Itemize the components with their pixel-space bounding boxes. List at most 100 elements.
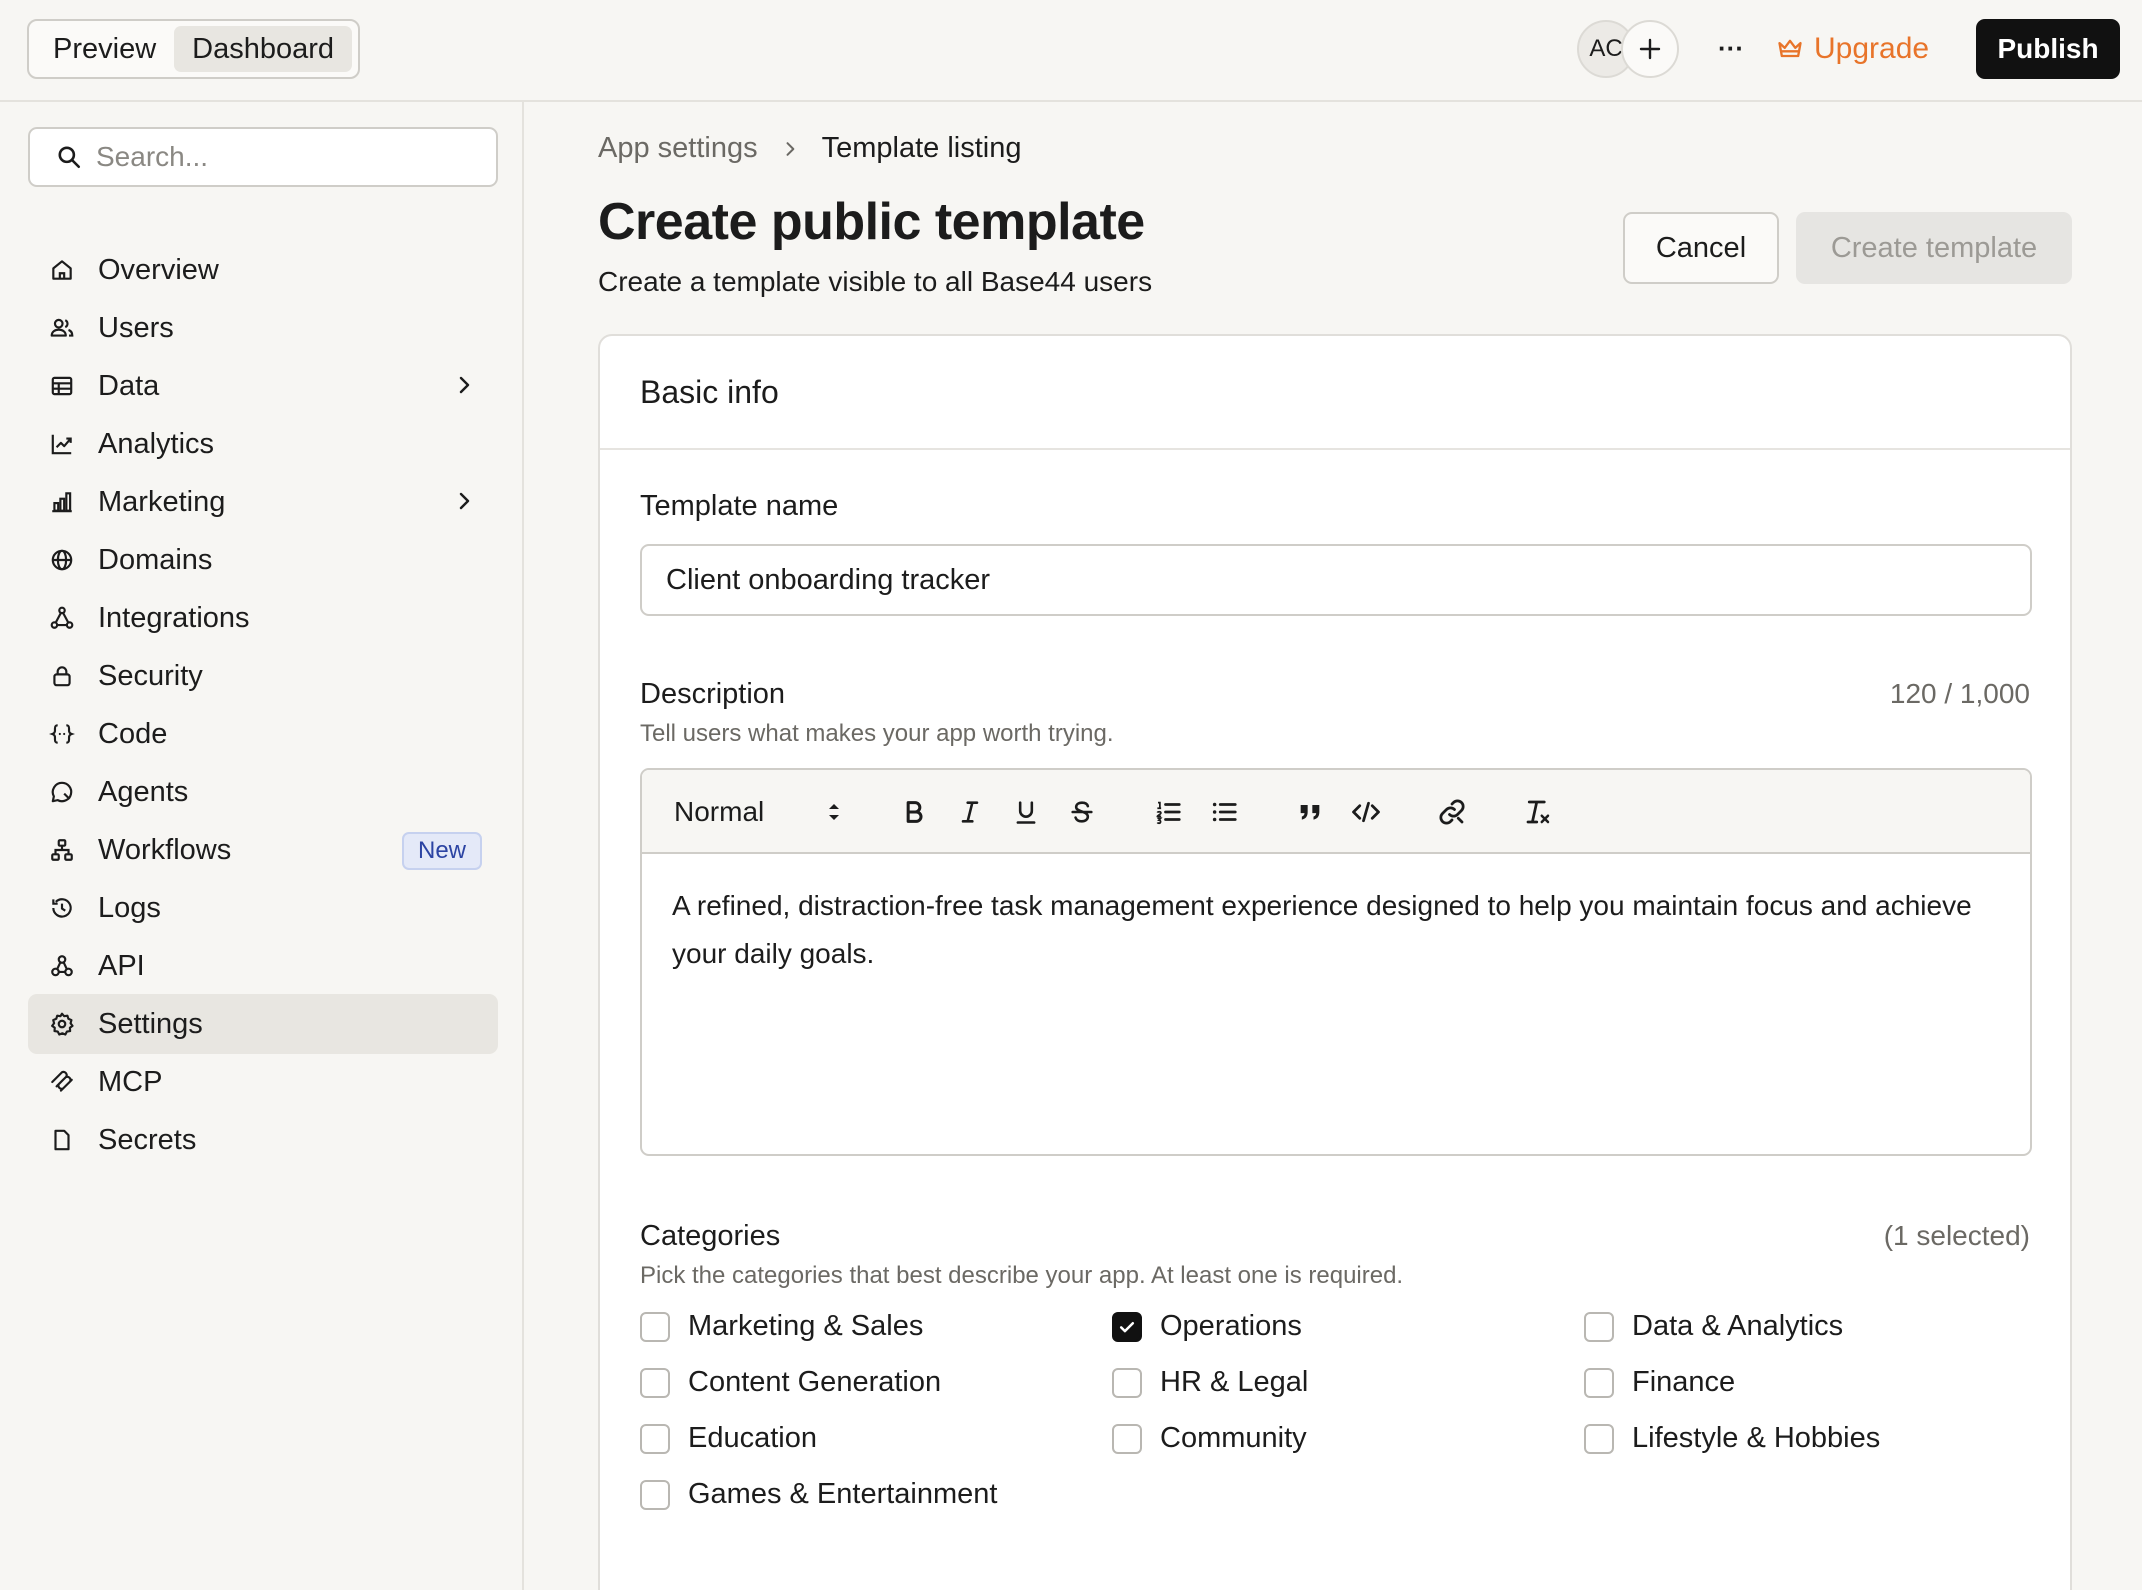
checkbox[interactable] xyxy=(1112,1423,1142,1454)
more-options-button[interactable]: ··· xyxy=(1710,22,1752,74)
new-badge: New xyxy=(401,832,482,870)
home-icon xyxy=(48,256,76,284)
mode-toggle: Preview Dashboard xyxy=(27,19,360,79)
sidebar-item-api[interactable]: API xyxy=(28,936,498,996)
description-text[interactable]: A refined, distraction-free task managem… xyxy=(642,854,2030,1006)
checkbox[interactable] xyxy=(640,1423,670,1454)
link-icon xyxy=(1439,799,1465,825)
api-icon xyxy=(48,952,76,980)
plus-icon xyxy=(1639,38,1661,60)
sidebar-item-workflows[interactable]: Workflows New xyxy=(28,820,498,880)
category-content-generation[interactable]: Content Generation xyxy=(640,1366,941,1399)
ordered-list-button[interactable] xyxy=(1148,792,1188,832)
underline-button[interactable] xyxy=(1006,792,1046,832)
sidebar-item-users[interactable]: Users xyxy=(28,298,498,358)
cancel-button[interactable]: Cancel xyxy=(1623,212,1779,284)
checkbox[interactable] xyxy=(640,1479,670,1510)
category-operations[interactable]: Operations xyxy=(1112,1310,1302,1343)
breadcrumb: App settings Template listing xyxy=(598,132,1021,165)
bullet-list-icon xyxy=(1212,802,1237,822)
sidebar-item-label: Marketing xyxy=(98,485,226,518)
bullet-list-button[interactable] xyxy=(1204,792,1244,832)
bold-button[interactable] xyxy=(894,792,934,832)
clear-format-button[interactable] xyxy=(1518,792,1558,832)
sidebar-item-label: Integrations xyxy=(98,601,250,634)
underline-icon xyxy=(1016,801,1036,824)
checkbox[interactable] xyxy=(1584,1311,1614,1342)
search-input[interactable] xyxy=(96,141,476,173)
more-icon: ··· xyxy=(1718,32,1744,63)
top-bar: Preview Dashboard AC ··· Upgrade Publish xyxy=(0,0,2142,102)
sidebar-item-label: Secrets xyxy=(98,1123,197,1156)
publish-button[interactable]: Publish xyxy=(1976,19,2120,79)
category-marketing-sales[interactable]: Marketing & Sales xyxy=(640,1310,923,1343)
breadcrumb-app-settings[interactable]: App settings xyxy=(598,132,758,165)
sidebar-item-code[interactable]: Code xyxy=(28,704,498,764)
category-label: Content Generation xyxy=(688,1366,942,1398)
chart-line-icon xyxy=(48,430,76,458)
template-name-input[interactable] xyxy=(640,544,2032,616)
category-education[interactable]: Education xyxy=(640,1422,817,1455)
integrations-icon xyxy=(48,604,76,632)
sidebar-item-agents[interactable]: Agents xyxy=(28,762,498,822)
sidebar-item-logs[interactable]: Logs xyxy=(28,878,498,938)
sidebar-item-label: Agents xyxy=(98,775,189,808)
sidebar-item-label: Code xyxy=(98,717,168,750)
category-community[interactable]: Community xyxy=(1112,1422,1307,1455)
preview-tab[interactable]: Preview xyxy=(35,26,174,72)
format-select[interactable]: Normal xyxy=(674,790,844,834)
checkbox[interactable] xyxy=(1584,1367,1614,1398)
add-collaborator-button[interactable] xyxy=(1621,20,1679,78)
sidebar-item-overview[interactable]: Overview xyxy=(28,240,498,300)
category-label: Community xyxy=(1160,1422,1307,1454)
page-subtitle: Create a template visible to all Base44 … xyxy=(598,266,1153,297)
gear-icon xyxy=(48,1010,76,1038)
sidebar: Overview Users Data Analytics Marketing … xyxy=(0,102,524,1590)
globe-icon xyxy=(48,546,76,574)
sidebar-item-data[interactable]: Data xyxy=(28,356,498,416)
category-finance[interactable]: Finance xyxy=(1584,1366,1735,1399)
table-icon xyxy=(48,372,76,400)
category-data-analytics[interactable]: Data & Analytics xyxy=(1584,1310,1843,1343)
sidebar-item-security[interactable]: Security xyxy=(28,646,498,706)
sidebar-item-label: Users xyxy=(98,311,174,344)
sidebar-item-domains[interactable]: Domains xyxy=(28,530,498,590)
clear-format-icon xyxy=(1526,800,1550,824)
strikethrough-button[interactable] xyxy=(1062,792,1102,832)
strikethrough-icon xyxy=(1071,801,1093,823)
category-games-entertainment[interactable]: Games & Entertainment xyxy=(640,1478,997,1511)
category-label: Finance xyxy=(1632,1366,1736,1398)
sidebar-item-label: Domains xyxy=(98,543,213,576)
sidebar-item-settings[interactable]: Settings xyxy=(28,994,498,1054)
sidebar-item-secrets[interactable]: Secrets xyxy=(28,1110,498,1170)
description-editor: Normal A refined, distraction-free task … xyxy=(640,768,2032,1156)
checkbox[interactable] xyxy=(640,1367,670,1398)
checkbox[interactable] xyxy=(1112,1367,1142,1398)
sidebar-item-integrations[interactable]: Integrations xyxy=(28,588,498,648)
sidebar-item-label: API xyxy=(98,949,145,982)
code-block-button[interactable] xyxy=(1346,792,1386,832)
link-button[interactable] xyxy=(1432,792,1472,832)
sidebar-item-label: Analytics xyxy=(98,427,215,460)
dashboard-tab[interactable]: Dashboard xyxy=(174,26,353,72)
checkbox[interactable] xyxy=(1584,1423,1614,1454)
chevron-right-icon xyxy=(786,141,794,156)
checkbox[interactable] xyxy=(640,1311,670,1342)
sidebar-item-label: Security xyxy=(98,659,203,692)
checkbox[interactable] xyxy=(1112,1311,1142,1342)
file-icon xyxy=(48,1126,76,1154)
template-name-label: Template name xyxy=(640,490,839,522)
breadcrumb-current: Template listing xyxy=(821,132,1022,164)
upgrade-button[interactable]: Upgrade xyxy=(1776,22,1929,76)
category-lifestyle-hobbies[interactable]: Lifestyle & Hobbies xyxy=(1584,1422,1880,1455)
category-label: Games & Entertainment xyxy=(688,1478,998,1510)
category-hr-legal[interactable]: HR & Legal xyxy=(1112,1366,1308,1399)
search-icon xyxy=(58,146,81,169)
sidebar-item-marketing[interactable]: Marketing xyxy=(28,472,498,532)
italic-button[interactable] xyxy=(950,792,990,832)
sidebar-item-analytics[interactable]: Analytics xyxy=(28,414,498,474)
create-template-button[interactable]: Create template xyxy=(1796,212,2072,284)
sidebar-item-mcp[interactable]: MCP xyxy=(28,1052,498,1112)
blockquote-button[interactable] xyxy=(1290,792,1330,832)
category-label: HR & Legal xyxy=(1160,1366,1309,1398)
